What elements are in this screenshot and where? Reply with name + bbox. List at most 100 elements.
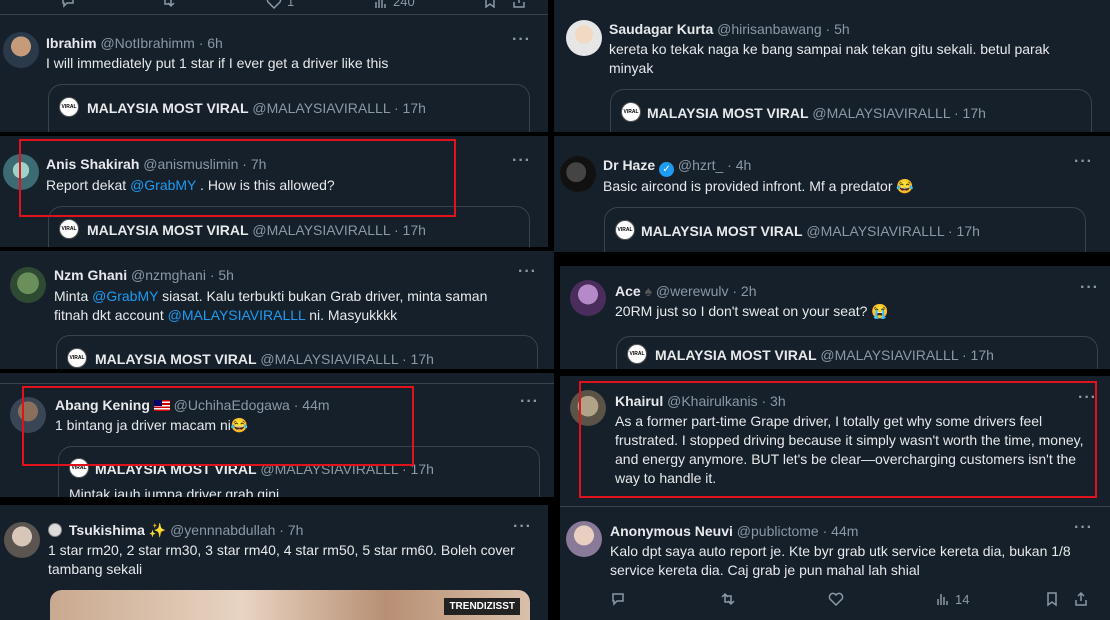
share-button[interactable]	[512, 0, 526, 8]
more-options-icon[interactable]: ···	[512, 152, 531, 170]
tweet-text: Minta @GrabMY siasat. Kalu terbukti buka…	[54, 287, 514, 325]
quote-time: · 17h	[948, 223, 980, 239]
quote-avatar: VIRAL	[621, 102, 641, 122]
more-options-icon[interactable]: ···	[520, 393, 539, 411]
timestamp[interactable]: · 6h	[199, 35, 223, 51]
avatar[interactable]	[570, 280, 606, 316]
views-count: 14	[955, 591, 970, 607]
like-button[interactable]: 1	[266, 0, 294, 9]
right-panel-1: Saudagar Kurta @hirisanbawang · 5h keret…	[554, 0, 1110, 132]
handle[interactable]: @nzmghani	[131, 267, 206, 283]
quote-text: Mintak jauh jumpa driver grab gini	[69, 486, 280, 497]
quoted-tweet[interactable]: VIRAL MALAYSIA MOST VIRAL @MALAYSIAVIRAL…	[48, 84, 530, 132]
tweet-ace[interactable]: Ace ♠ @werewulv · 2h ··· 20RM just so I …	[560, 266, 1110, 369]
right-panel-2: Dr Haze ✓ @hzrt_ · 4h ··· Basic aircond …	[554, 136, 1110, 252]
tweet-text: Basic aircond is provided infront. Mf a …	[603, 178, 914, 194]
like-button[interactable]	[828, 591, 844, 607]
quote-name: MALAYSIA MOST VIRAL	[641, 223, 803, 239]
quote-time: · 17h	[954, 105, 986, 121]
quote-name: MALAYSIA MOST VIRAL	[87, 222, 249, 238]
tweet-saudagar-kurta[interactable]: Saudagar Kurta @hirisanbawang · 5h keret…	[554, 0, 1110, 132]
handle[interactable]: @publictome	[737, 523, 819, 539]
tweet-text: I will immediately put 1 star if I ever …	[46, 55, 389, 71]
verified-badge-icon: ✓	[659, 162, 675, 177]
quote-name: MALAYSIA MOST VIRAL	[655, 347, 817, 363]
bookmark-button[interactable]	[1046, 591, 1058, 607]
avatar[interactable]	[4, 522, 40, 558]
display-name[interactable]: Saudagar Kurta	[609, 21, 713, 37]
quote-handle: @MALAYSIAVIRALLL	[252, 100, 391, 116]
handle[interactable]: @hirisanbawang	[717, 21, 822, 37]
more-options-icon[interactable]: ···	[518, 263, 537, 281]
more-options-icon[interactable]: ···	[1080, 279, 1099, 297]
quoted-tweet[interactable]: VIRAL MALAYSIA MOST VIRAL @MALAYSIAVIRAL…	[610, 89, 1092, 132]
right-panel-5: Anonymous Neuvi @publictome · 44m ··· Ka…	[560, 506, 1110, 620]
media-image[interactable]: TRENDIZISST	[50, 590, 530, 620]
repost-button[interactable]	[720, 591, 736, 607]
tweet-tsukishima[interactable]: Tsukishima ✨ @yennnabdullah · 7h ··· 1 s…	[0, 505, 548, 620]
avatar[interactable]	[566, 521, 602, 557]
repost-button[interactable]	[160, 0, 176, 8]
timestamp[interactable]: · 4h	[727, 157, 751, 173]
quote-time: · 17h	[394, 222, 426, 238]
display-name[interactable]: Ace	[615, 283, 641, 299]
handle[interactable]: @werewulv	[656, 283, 729, 299]
action-bar: 14	[610, 591, 1090, 611]
quote-header: MALAYSIA MOST VIRAL @MALAYSIAVIRALLL · 1…	[87, 221, 426, 239]
handle[interactable]: @yennnabdullah	[170, 522, 275, 538]
views-button[interactable]: 14	[936, 591, 969, 607]
more-options-icon[interactable]: ···	[1074, 153, 1093, 171]
quoted-tweet[interactable]: VIRAL MALAYSIA MOST VIRAL @MALAYSIAVIRAL…	[616, 336, 1098, 369]
more-options-icon[interactable]: ···	[1074, 519, 1093, 537]
quote-header: MALAYSIA MOST VIRAL @MALAYSIAVIRALLL · 1…	[641, 222, 980, 240]
quote-handle: @MALAYSIAVIRALLL	[820, 347, 959, 363]
quote-avatar: VIRAL	[59, 219, 79, 239]
tweet-text: 1 star rm20, 2 star rm30, 3 star rm40, 4…	[48, 542, 515, 577]
reply-button[interactable]	[60, 0, 76, 8]
timestamp[interactable]: · 5h	[826, 21, 850, 37]
avatar[interactable]	[3, 32, 39, 68]
mention-link[interactable]: @MALAYSIAVIRALLL	[168, 307, 306, 323]
mention-link[interactable]: @GrabMY	[92, 288, 158, 304]
more-options-icon[interactable]: ···	[512, 31, 531, 49]
views-button[interactable]: 240	[374, 0, 415, 9]
tweet-nzm-ghani[interactable]: Nzm Ghani @nzmghani · 5h ··· Minta @Grab…	[0, 251, 554, 369]
quote-header: MALAYSIA MOST VIRAL @MALAYSIAVIRALLL · 1…	[87, 99, 426, 117]
quote-time: · 17h	[402, 351, 434, 367]
tweet-header: Nzm Ghani @nzmghani · 5h	[54, 266, 234, 284]
quote-handle: @MALAYSIAVIRALLL	[252, 222, 391, 238]
display-name[interactable]: Tsukishima ✨	[69, 522, 166, 538]
avatar[interactable]	[10, 267, 46, 303]
quoted-tweet[interactable]: VIRAL MALAYSIA MOST VIRAL @MALAYSIAVIRAL…	[604, 207, 1086, 252]
more-options-icon[interactable]: ···	[513, 518, 532, 536]
handle[interactable]: @NotIbrahimm	[100, 35, 194, 51]
timestamp[interactable]: · 44m	[823, 523, 859, 539]
display-name[interactable]: Dr Haze	[603, 157, 655, 173]
reply-button[interactable]	[610, 591, 626, 607]
tweet-ibrahim[interactable]: Ibrahim @NotIbrahimm · 6h ··· I will imm…	[0, 15, 548, 132]
quote-handle: @MALAYSIAVIRALLL	[260, 351, 399, 367]
handle[interactable]: @hzrt_	[678, 157, 723, 173]
share-button[interactable]	[1074, 591, 1088, 607]
avatar[interactable]	[560, 156, 596, 192]
tweet-anonymous-neuvi[interactable]: Anonymous Neuvi @publictome · 44m ··· Ka…	[560, 507, 1110, 620]
timestamp[interactable]: · 5h	[210, 267, 234, 283]
display-name[interactable]: Nzm Ghani	[54, 267, 127, 283]
timestamp[interactable]: · 7h	[279, 522, 303, 538]
text-segment: Minta	[54, 288, 93, 304]
display-name[interactable]: Ibrahim	[46, 35, 97, 51]
quote-name: MALAYSIA MOST VIRAL	[647, 105, 809, 121]
quote-header: MALAYSIA MOST VIRAL @MALAYSIAVIRALLL · 1…	[647, 104, 986, 122]
quote-header: MALAYSIA MOST VIRAL @MALAYSIAVIRALLL · 1…	[655, 346, 994, 364]
tweet-dr-haze[interactable]: Dr Haze ✓ @hzrt_ · 4h ··· Basic aircond …	[554, 136, 1110, 252]
tweet-header: Ace ♠ @werewulv · 2h	[615, 282, 757, 300]
bookmark-button[interactable]	[484, 0, 496, 8]
tweet-text: 20RM just so I don't sweat on your seat?…	[615, 303, 889, 319]
display-name[interactable]: Anonymous Neuvi	[610, 523, 733, 539]
tweet-text: kereta ko tekak naga ke bang sampai nak …	[609, 41, 1050, 76]
quoted-tweet[interactable]: VIRAL MALAYSIA MOST VIRAL @MALAYSIAVIRAL…	[56, 335, 538, 369]
media-watermark: TRENDIZISST	[444, 598, 520, 615]
avatar[interactable]	[566, 20, 602, 56]
tweet-text: Kalo dpt saya auto report je. Kte byr gr…	[610, 543, 1071, 578]
timestamp[interactable]: · 2h	[732, 283, 756, 299]
